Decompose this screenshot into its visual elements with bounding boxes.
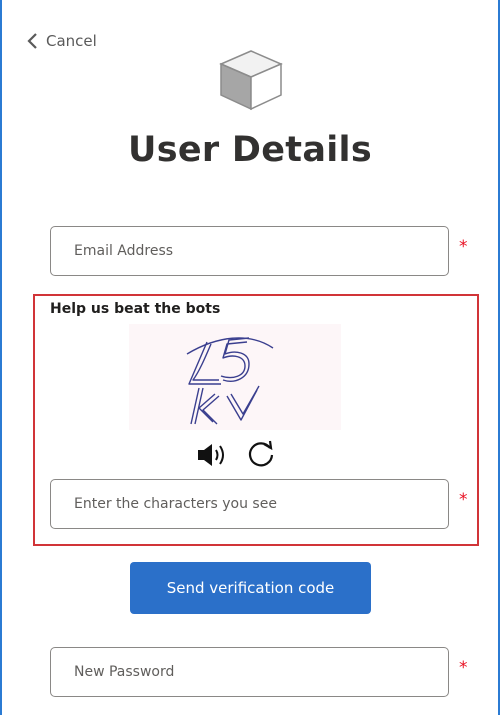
email-required-marker: * [459,237,468,257]
speaker-icon[interactable] [196,441,228,469]
page-title: User Details [127,130,372,170]
cancel-label: Cancel [46,32,97,50]
new-password-input[interactable] [51,648,448,696]
left-edge-border [0,0,2,715]
captcha-input[interactable] [51,480,448,528]
password-required-marker: * [459,658,468,678]
cancel-button[interactable]: Cancel [27,30,97,52]
send-verification-code-button[interactable]: Send verification code [130,562,371,614]
new-password-field[interactable] [50,647,449,697]
captcha-heading: Help us beat the bots [50,301,221,317]
captcha-field[interactable] [50,479,449,529]
email-field[interactable] [50,226,449,276]
captcha-required-marker: * [459,490,468,510]
email-input[interactable] [51,227,448,275]
cube-logo-icon [217,47,285,113]
chevron-left-icon [27,32,38,50]
captcha-image [129,324,341,430]
refresh-icon[interactable] [246,440,276,470]
